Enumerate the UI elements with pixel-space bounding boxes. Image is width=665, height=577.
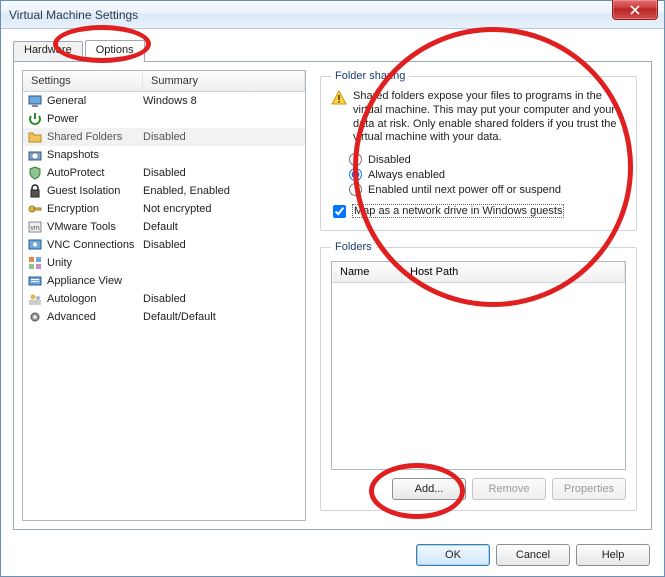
radio-disabled-label: Disabled — [368, 154, 411, 166]
vnc-icon — [27, 237, 43, 253]
camera-icon — [27, 147, 43, 163]
radio-enabled-until[interactable]: Enabled until next power off or suspend — [349, 183, 626, 196]
users-icon — [27, 291, 43, 307]
folder-sharing-group: Folder sharing Shared folders expose you… — [320, 70, 637, 231]
settings-row-name: VMware Tools — [47, 221, 116, 233]
settings-row-autoprotect[interactable]: AutoProtect Disabled — [23, 164, 305, 182]
gear-icon — [27, 309, 43, 325]
folders-column-host[interactable]: Host Path — [402, 262, 625, 282]
radio-disabled[interactable]: Disabled — [349, 153, 626, 166]
shield-icon — [27, 165, 43, 181]
tabs: Hardware Options — [13, 39, 652, 61]
folder-sharing-legend: Folder sharing — [331, 70, 409, 82]
settings-row-name: Appliance View — [47, 275, 122, 287]
settings-row-guest-isolation[interactable]: Guest Isolation Enabled, Enabled — [23, 182, 305, 200]
monitor-icon — [27, 93, 43, 109]
tab-options[interactable]: Options — [85, 40, 145, 62]
settings-row-shared-folders[interactable]: Shared Folders Disabled — [23, 128, 305, 146]
settings-row-name: Shared Folders — [47, 131, 122, 143]
settings-row-summary: Disabled — [139, 239, 305, 251]
settings-row-summary: Default/Default — [139, 311, 305, 323]
settings-list[interactable]: Settings Summary General Windows 8 Power Sh… — [22, 70, 306, 521]
settings-row-summary: Disabled — [139, 293, 305, 305]
check-map-label: Map as a network drive in Windows guests — [352, 204, 564, 218]
settings-row-encryption[interactable]: Encryption Not encrypted — [23, 200, 305, 218]
settings-row-summary: Not encrypted — [139, 203, 305, 215]
radio-always-input[interactable] — [349, 168, 362, 181]
settings-row-summary: Enabled, Enabled — [139, 185, 305, 197]
folders-group: Folders Name Host Path Add... Remove Pro… — [320, 241, 637, 511]
cancel-button[interactable]: Cancel — [496, 544, 570, 566]
settings-row-appliance-view[interactable]: Appliance View — [23, 272, 305, 290]
settings-row-name: Power — [47, 113, 78, 125]
radio-always-enabled[interactable]: Always enabled — [349, 168, 626, 181]
settings-row-name: Encryption — [47, 203, 99, 215]
folders-legend: Folders — [331, 241, 376, 253]
key-icon — [27, 201, 43, 217]
settings-row-vmware-tools[interactable]: vm VMware Tools Default — [23, 218, 305, 236]
detail-pane: Folder sharing Shared folders expose you… — [314, 62, 651, 529]
settings-row-summary: Disabled — [139, 167, 305, 179]
settings-row-snapshots[interactable]: Snapshots — [23, 146, 305, 164]
folders-list-header: Name Host Path — [332, 262, 625, 283]
folders-list[interactable]: Name Host Path — [331, 261, 626, 470]
titlebar: Virtual Machine Settings — [1, 1, 664, 29]
settings-row-summary: Default — [139, 221, 305, 233]
vm-settings-window: Virtual Machine Settings Hardware Option… — [0, 0, 665, 577]
lock-icon — [27, 183, 43, 199]
unity-icon — [27, 255, 43, 271]
settings-row-name: General — [47, 95, 86, 107]
column-settings[interactable]: Settings — [23, 71, 143, 91]
close-icon — [630, 5, 640, 15]
settings-row-vnc-connections[interactable]: VNC Connections Disabled — [23, 236, 305, 254]
power-icon — [27, 111, 43, 127]
check-map-network-drive[interactable]: Map as a network drive in Windows guests — [333, 204, 626, 218]
dialog-buttons: OK Cancel Help — [1, 536, 664, 576]
settings-row-advanced[interactable]: Advanced Default/Default — [23, 308, 305, 326]
column-summary[interactable]: Summary — [143, 71, 305, 91]
settings-row-name: Guest Isolation — [47, 185, 120, 197]
tab-body: Settings Summary General Windows 8 Power Sh… — [13, 61, 652, 530]
settings-row-name: Advanced — [47, 311, 96, 323]
settings-row-name: Autologon — [47, 293, 97, 305]
svg-text:vm: vm — [30, 225, 40, 232]
window-title: Virtual Machine Settings — [9, 8, 138, 22]
radio-disabled-input[interactable] — [349, 153, 362, 166]
settings-row-unity[interactable]: Unity — [23, 254, 305, 272]
tab-hardware[interactable]: Hardware — [13, 41, 83, 63]
settings-row-summary: Disabled — [139, 131, 305, 143]
settings-row-general[interactable]: General Windows 8 — [23, 92, 305, 110]
settings-row-name: AutoProtect — [47, 167, 104, 179]
folder-icon — [27, 129, 43, 145]
folders-column-name[interactable]: Name — [332, 262, 402, 282]
check-map-input[interactable] — [333, 205, 346, 218]
vm-icon: vm — [27, 219, 43, 235]
appliance-icon — [27, 273, 43, 289]
radio-always-label: Always enabled — [368, 169, 445, 181]
remove-button: Remove — [472, 478, 546, 500]
help-button[interactable]: Help — [576, 544, 650, 566]
radio-until-label: Enabled until next power off or suspend — [368, 184, 561, 196]
folder-sharing-warning: Shared folders expose your files to prog… — [353, 90, 626, 145]
settings-list-header: Settings Summary — [23, 71, 305, 92]
radio-until-input[interactable] — [349, 183, 362, 196]
warning-icon — [331, 90, 347, 106]
dialog-content: Hardware Options Settings Summary Genera… — [1, 29, 664, 536]
settings-list-pane: Settings Summary General Windows 8 Power Sh… — [14, 62, 314, 529]
folders-buttons: Add... Remove Properties — [331, 478, 626, 500]
settings-row-name: VNC Connections — [47, 239, 134, 251]
settings-row-name: Unity — [47, 257, 72, 269]
settings-row-autologon[interactable]: Autologon Disabled — [23, 290, 305, 308]
add-button[interactable]: Add... — [392, 478, 466, 500]
properties-button: Properties — [552, 478, 626, 500]
close-button[interactable] — [612, 0, 658, 20]
settings-row-summary: Windows 8 — [139, 95, 305, 107]
settings-row-name: Snapshots — [47, 149, 99, 161]
settings-row-power[interactable]: Power — [23, 110, 305, 128]
ok-button[interactable]: OK — [416, 544, 490, 566]
